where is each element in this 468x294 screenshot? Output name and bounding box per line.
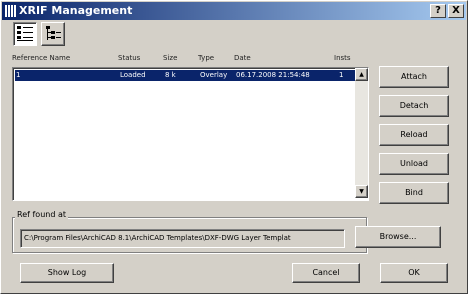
reload-button[interactable]: Reload (379, 124, 449, 146)
bind-button[interactable]: Bind (379, 182, 449, 204)
cell-size: 8 k (165, 71, 176, 79)
browse-button[interactable]: Browse... (355, 226, 441, 248)
cancel-button[interactable]: Cancel (292, 263, 360, 283)
column-header-type[interactable]: Type (198, 54, 214, 62)
close-button[interactable]: X (448, 4, 464, 18)
list-scrollbar[interactable]: ▲ ▼ (355, 68, 368, 198)
attach-button[interactable]: Attach (379, 66, 449, 88)
found-at-path-field[interactable]: C:\Program Files\ArchiCAD 8.1\ArchiCAD T… (20, 229, 345, 248)
column-header-reference-name[interactable]: Reference Name (12, 54, 70, 62)
xrif-management-dialog: XRIF Management ? X Reference Name Statu… (0, 0, 468, 294)
list-view-button[interactable] (13, 22, 37, 46)
reference-list[interactable]: 1 Loaded 8 k Overlay 06.17.2008 21:54:48… (12, 67, 369, 201)
cell-insts: 1 (339, 71, 344, 79)
title-bar[interactable]: XRIF Management ? X (2, 2, 466, 20)
ok-button[interactable]: OK (380, 263, 448, 283)
list-view-icon (17, 26, 33, 41)
scroll-up-arrow-icon[interactable]: ▲ (355, 68, 368, 81)
column-header-date[interactable]: Date (234, 54, 251, 62)
cell-type: Overlay (200, 71, 228, 79)
tree-view-icon (46, 26, 61, 40)
show-log-button[interactable]: Show Log (20, 263, 114, 283)
scroll-down-arrow-icon[interactable]: ▼ (355, 185, 368, 198)
column-header-insts[interactable]: Insts (334, 54, 351, 62)
unload-button[interactable]: Unload (379, 153, 449, 175)
table-row[interactable]: 1 Loaded 8 k Overlay 06.17.2008 21:54:48… (15, 70, 356, 81)
help-button[interactable]: ? (430, 4, 446, 18)
cell-status: Loaded (120, 71, 146, 79)
xref-app-icon (5, 5, 16, 17)
found-at-label: Ref found at (15, 210, 68, 219)
cell-name: 1 (16, 71, 21, 79)
column-header-size[interactable]: Size (163, 54, 177, 62)
column-header-status[interactable]: Status (118, 54, 140, 62)
window-title: XRIF Management (19, 4, 133, 17)
detach-button[interactable]: Detach (379, 95, 449, 117)
tree-view-button[interactable] (41, 22, 65, 46)
cell-date: 06.17.2008 21:54:48 (236, 71, 310, 79)
